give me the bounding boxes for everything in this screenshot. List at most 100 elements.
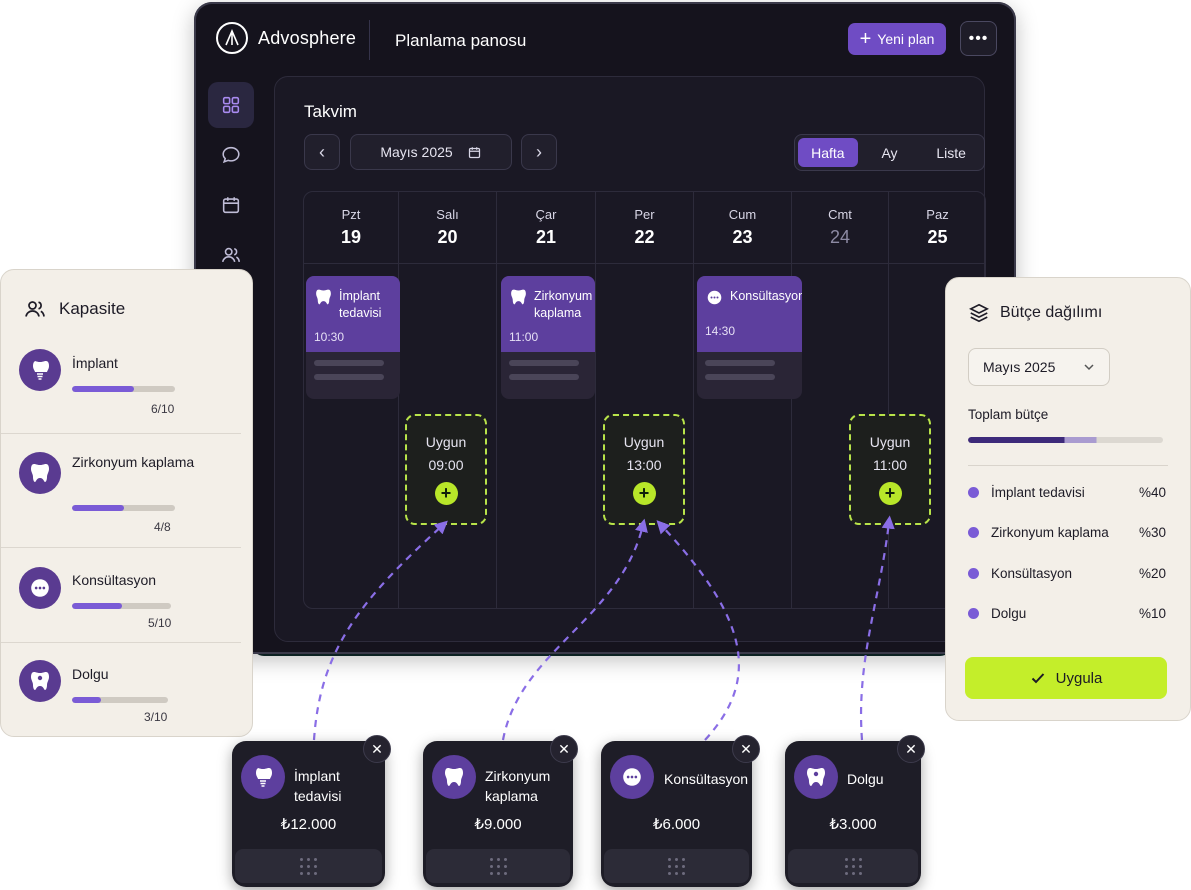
service-price: ₺9.000 [474, 816, 522, 833]
slot-label: Uygun [869, 434, 911, 450]
drag-handle[interactable] [604, 849, 749, 883]
event-card[interactable]: İmplant tedavisi 10:30 [306, 276, 400, 399]
close-button[interactable]: ✕ [897, 735, 925, 763]
service-card[interactable]: İmplant tedavisi ₺12.000 ✕ [232, 735, 391, 887]
advosphere-logo-icon [216, 22, 248, 54]
slot-time: 13:00 [626, 457, 662, 473]
budget-row-percent: %10 [1138, 606, 1166, 621]
divider [1, 547, 241, 548]
add-slot-button[interactable]: + [434, 482, 458, 505]
divider [1, 642, 241, 643]
implant-tooth-icon [314, 288, 332, 306]
drag-handle[interactable] [235, 849, 382, 883]
add-slot-button[interactable]: + [878, 482, 902, 505]
event-card[interactable]: Konsültasyon 14:30 [697, 276, 802, 399]
placeholder-line [509, 360, 579, 366]
chat-bubble-icon [19, 567, 61, 609]
sidebar-item-messages[interactable] [208, 132, 254, 178]
capacity-count: 5/10 [148, 616, 172, 630]
app-window: Advosphere Planlama panosu + Yeni plan •… [194, 2, 1016, 654]
slot-time: 11:00 [873, 457, 907, 473]
capacity-item-name: Konsültasyon [72, 572, 157, 588]
event-time: 10:30 [314, 330, 345, 344]
budget-row-name: İmplant tedavisi [991, 485, 1085, 500]
view-switcher: Hafta Ay Liste [794, 134, 985, 171]
budget-title: Bütçe dağılımı [1000, 304, 1103, 321]
implant-icon [19, 349, 61, 391]
service-card[interactable]: Zirkonyum kaplama ₺9.000 ✕ [423, 735, 578, 887]
sidebar-item-calendar[interactable] [208, 182, 254, 228]
tooth-crown-icon [19, 452, 61, 494]
chevron-left-icon: ‹ [319, 141, 325, 162]
day-header: Per 22 [596, 192, 693, 264]
service-name: Dolgu [847, 771, 884, 787]
total-budget-label: Toplam bütçe [968, 407, 1049, 422]
event-time: 14:30 [705, 324, 736, 338]
capacity-count: 3/10 [144, 710, 168, 724]
event-title: Zirkonyum kaplama [534, 289, 593, 320]
service-name: İmplant tedavisi [294, 768, 342, 804]
capacity-bar [72, 603, 171, 609]
tab-week[interactable]: Hafta [798, 138, 858, 167]
capacity-item-name: Zirkonyum kaplama [72, 454, 195, 470]
placeholder-line [314, 360, 384, 366]
brand[interactable]: Advosphere [216, 22, 356, 54]
event-title: İmplant tedavisi [339, 289, 382, 320]
day-name: Cmt [828, 207, 852, 222]
budget-month-select[interactable]: Mayıs 2025 [968, 348, 1110, 386]
drag-handle[interactable] [426, 849, 570, 883]
day-number: 22 [634, 227, 655, 247]
apply-label: Uygula [1055, 669, 1103, 687]
available-slot[interactable]: Uygun 13:00 + [603, 414, 685, 525]
budget-row: Dolgu %10 [968, 606, 1166, 621]
budget-row-percent: %20 [1138, 566, 1166, 581]
close-button[interactable]: ✕ [363, 735, 391, 763]
tab-list[interactable]: Liste [921, 138, 981, 167]
capacity-bar [72, 386, 175, 392]
day-name: Salı [436, 207, 459, 222]
add-slot-button[interactable]: + [632, 482, 656, 505]
month-picker-value: Mayıs 2025 [380, 144, 453, 160]
day-column: Salı 20 [399, 192, 497, 608]
available-slot[interactable]: Uygun 09:00 + [405, 414, 487, 525]
page-title: Planlama panosu [395, 31, 527, 50]
legend-dot [968, 527, 979, 538]
drag-handle[interactable] [788, 849, 918, 883]
next-month-button[interactable]: › [521, 134, 557, 170]
capacity-card: Kapasite İmplant 6/10 Zirkonyum kaplama … [0, 269, 253, 737]
day-name: Per [634, 207, 655, 222]
close-button[interactable]: ✕ [550, 735, 578, 763]
calendar-title: Takvim [304, 102, 357, 121]
service-card[interactable]: Konsültasyon ₺6.000 ✕ [601, 735, 760, 887]
tab-month[interactable]: Ay [860, 138, 920, 167]
placeholder-line [314, 374, 384, 380]
prev-month-button[interactable]: ‹ [304, 134, 340, 170]
capacity-item-name: İmplant [72, 355, 118, 371]
more-dots-icon: ••• [968, 29, 989, 47]
capacity-header: Kapasite [23, 297, 125, 321]
budget-row: Konsültasyon %20 [968, 566, 1166, 581]
day-header: Salı 20 [399, 192, 496, 264]
apply-button[interactable]: Uygula [965, 657, 1167, 699]
slot-label: Uygun [425, 434, 467, 450]
capacity-bar [72, 505, 175, 511]
more-options-button[interactable]: ••• [960, 21, 997, 56]
service-price: ₺6.000 [652, 816, 701, 833]
available-slot[interactable]: Uygun 11:00 + [849, 414, 931, 525]
service-name: Konsültasyon [664, 771, 749, 787]
new-plan-button[interactable]: + Yeni plan [848, 23, 946, 55]
legend-dot [968, 568, 979, 579]
divider [968, 465, 1168, 466]
service-card[interactable]: Dolgu ₺3.000 ✕ [785, 735, 925, 887]
month-picker[interactable]: Mayıs 2025 [350, 134, 512, 170]
week-grid: Pzt 19 Salı 20 Çar 21 Per 22 Cum 23 Cmt 24 Paz… [303, 191, 986, 609]
capacity-bar-fill [72, 505, 124, 511]
budget-row-percent: %30 [1138, 525, 1166, 540]
budget-row-percent: %40 [1138, 485, 1166, 500]
day-header: Pzt 19 [304, 192, 398, 264]
calendar-small-icon [468, 146, 480, 158]
filling-tooth-icon [19, 660, 61, 702]
event-card[interactable]: Zirkonyum kaplama 11:00 [501, 276, 595, 399]
sidebar-item-dashboard[interactable] [208, 82, 254, 128]
close-button[interactable]: ✕ [732, 735, 760, 763]
